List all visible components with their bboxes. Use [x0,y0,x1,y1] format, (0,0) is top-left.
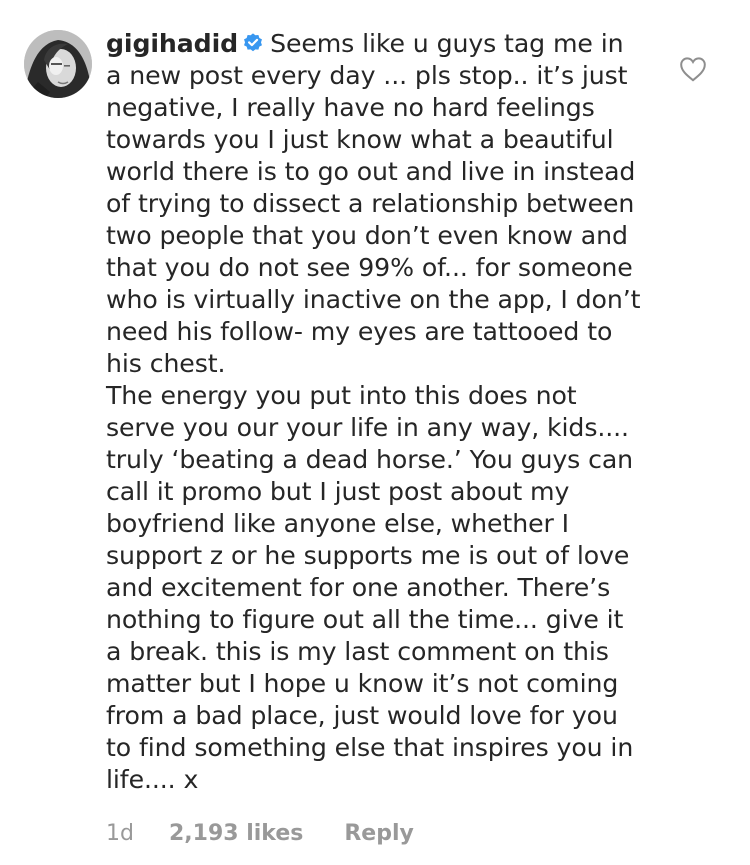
comment-body: gigihadid Seems like u guys tag me in a n… [106,28,646,796]
reply-button[interactable]: Reply [344,820,414,848]
heart-outline-icon[interactable] [679,56,707,82]
avatar-photo [24,30,92,98]
comment-text-1: Seems like u guys tag me in a new post e… [106,29,641,378]
comment-paragraph-2: The energy you put into this does not se… [106,381,634,794]
comment-meta: 1d 2,193 likes Reply [106,820,414,848]
comment-age: 1d [106,821,134,846]
comment: gigihadid Seems like u guys tag me in a n… [0,0,750,865]
comment-paragraph-1: gigihadid Seems like u guys tag me in a n… [106,28,646,380]
avatar[interactable] [24,30,92,98]
likes-count[interactable]: 2,193 likes [169,820,303,848]
username[interactable]: gigihadid [106,29,238,58]
verified-badge-icon [244,33,263,52]
